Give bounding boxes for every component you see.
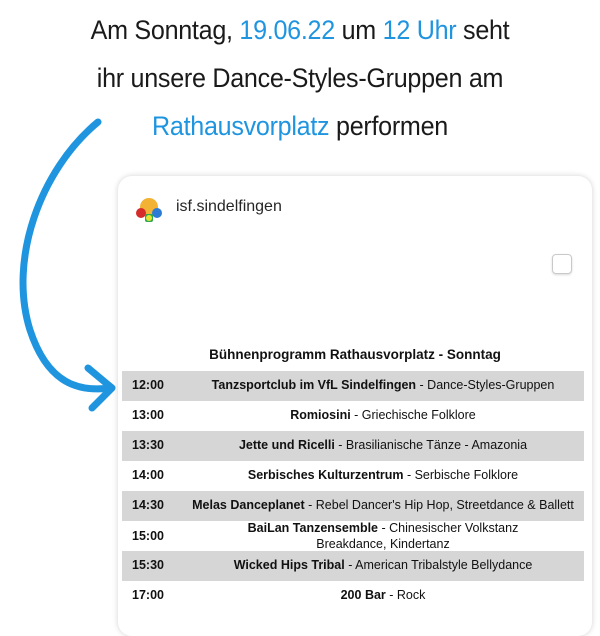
schedule-time: 14:30 [132, 498, 164, 512]
schedule-row: 15:30 Wicked Hips Tribal - American Triba… [122, 551, 584, 581]
headline-text: performen [329, 111, 448, 141]
post-username[interactable]: isf.sindelfingen [176, 198, 282, 216]
act-name: Serbisches Kulturzentrum [247, 468, 404, 482]
schedule-time: 13:30 [132, 438, 164, 452]
schedule-description: 200 Bar - Rock [182, 588, 584, 602]
schedule-description: Melas Danceplanet - Rebel Dancer's Hip H… [182, 498, 584, 512]
checkbox-icon[interactable] [552, 254, 572, 274]
act-detail: - Brasilianische Tänze - Amazonia [334, 438, 528, 452]
schedule-row: 14:00 Serbisches Kulturzentrum - Serbisch… [122, 461, 584, 491]
event-time: 12 Uhr [382, 15, 457, 45]
headline-line-2: ihr unsere Dance-Styles-Gruppen am [96, 63, 504, 93]
schedule-row: 17:00 200 Bar - Rock [122, 581, 584, 611]
schedule-description: Serbisches Kulturzentrum - Serbische Fol… [182, 468, 584, 482]
schedule-row: 14:30 Melas Danceplanet - Rebel Dancer's … [122, 491, 584, 521]
headline-text: um [334, 15, 383, 45]
act-name: Romiosini [290, 408, 351, 422]
schedule-row: 13:00 Romiosini - Griechische Folklore [122, 401, 584, 431]
act-detail: - Griechische Folklore [350, 408, 476, 422]
act-name: Wicked Hips Tribal [233, 558, 345, 572]
act-detail: - Rebel Dancer's Hip Hop, Streetdance & … [304, 498, 574, 512]
act-name: Melas Danceplanet [192, 498, 305, 512]
schedule-description: Tanzsportclub im VfL Sindelfingen - Danc… [182, 378, 584, 392]
schedule-description: BaiLan Tanzensemble - Chinesischer Volks… [182, 520, 584, 552]
act-name: BaiLan Tanzensemble [247, 521, 378, 535]
act-detail: - Dance-Styles-Gruppen [416, 378, 555, 392]
act-detail: - American Tribalstyle Bellydance [344, 558, 533, 572]
headline-text: seht [456, 15, 510, 45]
schedule-table: 12:00 Tanzsportclub im VfL Sindelfingen -… [122, 371, 584, 611]
event-date: 19.06.22 [239, 15, 335, 45]
act-detail: - Chinesischer Volkstanz [378, 521, 519, 535]
headline: Am Sonntag, 19.06.22 um 12 Uhr seht ihr … [21, 6, 579, 150]
schedule-row: 12:00 Tanzsportclub im VfL Sindelfingen -… [122, 371, 584, 401]
schedule-time: 17:00 [132, 588, 164, 602]
program-title: Bühnenprogramm Rathausvorplatz - Sonntag [209, 347, 501, 362]
schedule-description: Jette und Ricelli - Brasilianische Tänze… [182, 438, 584, 452]
schedule-time: 14:00 [132, 468, 164, 482]
schedule-time: 15:00 [132, 529, 164, 543]
act-name: Tanzsportclub im VfL Sindelfingen [211, 378, 417, 392]
schedule-description: Romiosini - Griechische Folklore [182, 408, 584, 422]
headline-text: Am Sonntag, [90, 15, 240, 45]
schedule-row: 13:30 Jette und Ricelli - Brasilianische … [122, 431, 584, 461]
schedule-time: 15:30 [132, 558, 164, 572]
headline-line-3: Rathausvorplatz performen [21, 102, 579, 150]
isf-logo-icon[interactable] [132, 192, 166, 226]
instagram-post-card: isf.sindelfingen Bühnenprogramm Rathausv… [118, 176, 592, 636]
headline-line-1: Am Sonntag, 19.06.22 um 12 Uhr seht [21, 6, 579, 54]
act-detail-continued: Breakdance, Kindertanz [316, 537, 450, 551]
act-name: Jette und Ricelli [238, 438, 335, 452]
act-detail: - Serbische Folklore [403, 468, 519, 482]
event-place: Rathausvorplatz [152, 111, 330, 141]
act-name: 200 Bar [340, 588, 386, 602]
schedule-time: 13:00 [132, 408, 164, 422]
schedule-description: Wicked Hips Tribal - American Tribalstyl… [182, 558, 584, 572]
schedule-row: 15:00 BaiLan Tanzensemble - Chinesischer … [122, 521, 584, 551]
schedule-time: 12:00 [132, 378, 164, 392]
act-detail: - Rock [385, 588, 426, 602]
